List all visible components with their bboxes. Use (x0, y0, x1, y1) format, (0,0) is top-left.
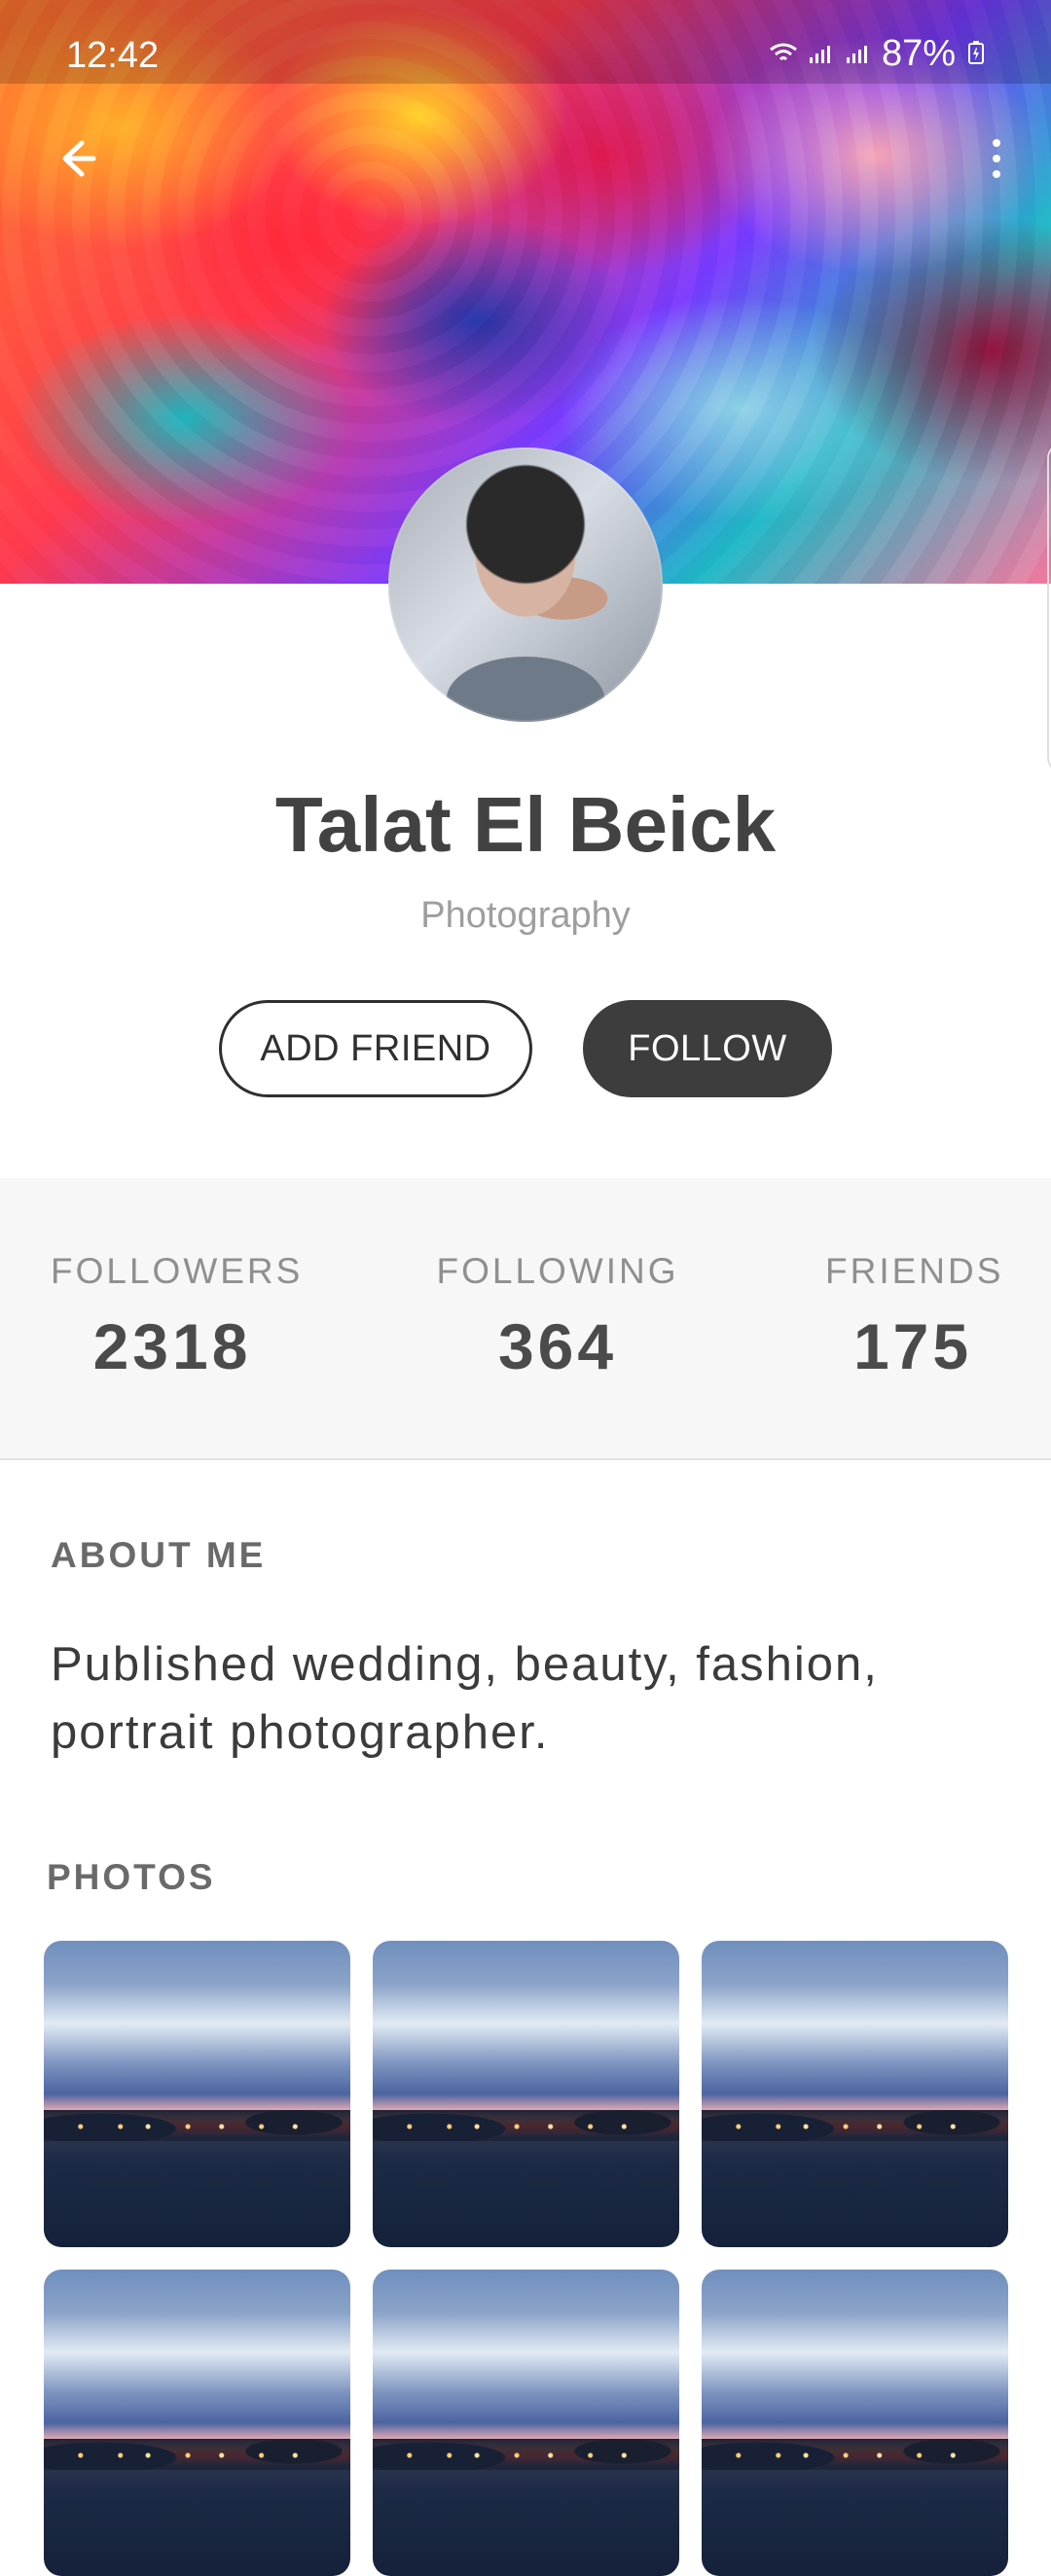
followers-stat: FOLLOWERS 2318 (51, 1251, 304, 1382)
followers-value: 2318 (92, 1310, 252, 1382)
photo-grid (44, 1941, 1008, 2576)
photo-thumbnail[interactable] (373, 2270, 679, 2576)
stats-panel: FOLLOWERS 2318 FOLLOWING 364 FRIENDS 175 (0, 1178, 1051, 1458)
photos-title: PHOTOS (47, 1857, 216, 1897)
signal-secondary-icon (845, 42, 872, 65)
following-label: FOLLOWING (436, 1251, 679, 1291)
friends-value: 175 (852, 1310, 973, 1382)
signal-icon (808, 42, 835, 65)
following-stat: FOLLOWING 364 (436, 1253, 679, 1378)
following-value: 364 (497, 1310, 618, 1382)
more-vertical-icon[interactable] (975, 133, 1018, 184)
photo-thumbnail[interactable] (44, 1941, 350, 2247)
photo-thumbnail[interactable] (373, 1941, 679, 2247)
follow-button[interactable]: FOLLOW (583, 1000, 832, 1097)
stats-bottom-divider (0, 1458, 1051, 1460)
photo-thumbnail[interactable] (702, 1941, 1008, 2247)
profile-avatar (388, 447, 663, 722)
about-text: Published wedding, beauty, fashion, port… (51, 1638, 879, 1759)
status-bar: 12:42 87% (0, 0, 1051, 84)
add-friend-button[interactable]: ADD FRIEND (219, 1000, 532, 1097)
friends-label: FRIENDS (825, 1251, 1004, 1291)
scroll-hint (1047, 443, 1051, 773)
followers-label: FOLLOWERS (51, 1251, 304, 1291)
friends-stat: FRIENDS 175 (825, 1253, 1000, 1378)
battery-icon (965, 40, 987, 67)
about-title: ABOUT ME (51, 1535, 267, 1575)
back-arrow-icon[interactable] (51, 133, 101, 184)
profile-name: Talat El Beick (274, 781, 777, 868)
photo-thumbnail[interactable] (44, 2270, 350, 2576)
status-right: 87% (769, 35, 987, 72)
status-time: 12:42 (66, 35, 160, 76)
battery-percent: 87% (881, 33, 956, 74)
profile-role: Photography (420, 895, 631, 936)
wifi-icon (769, 42, 798, 65)
photo-thumbnail[interactable] (702, 2270, 1008, 2576)
